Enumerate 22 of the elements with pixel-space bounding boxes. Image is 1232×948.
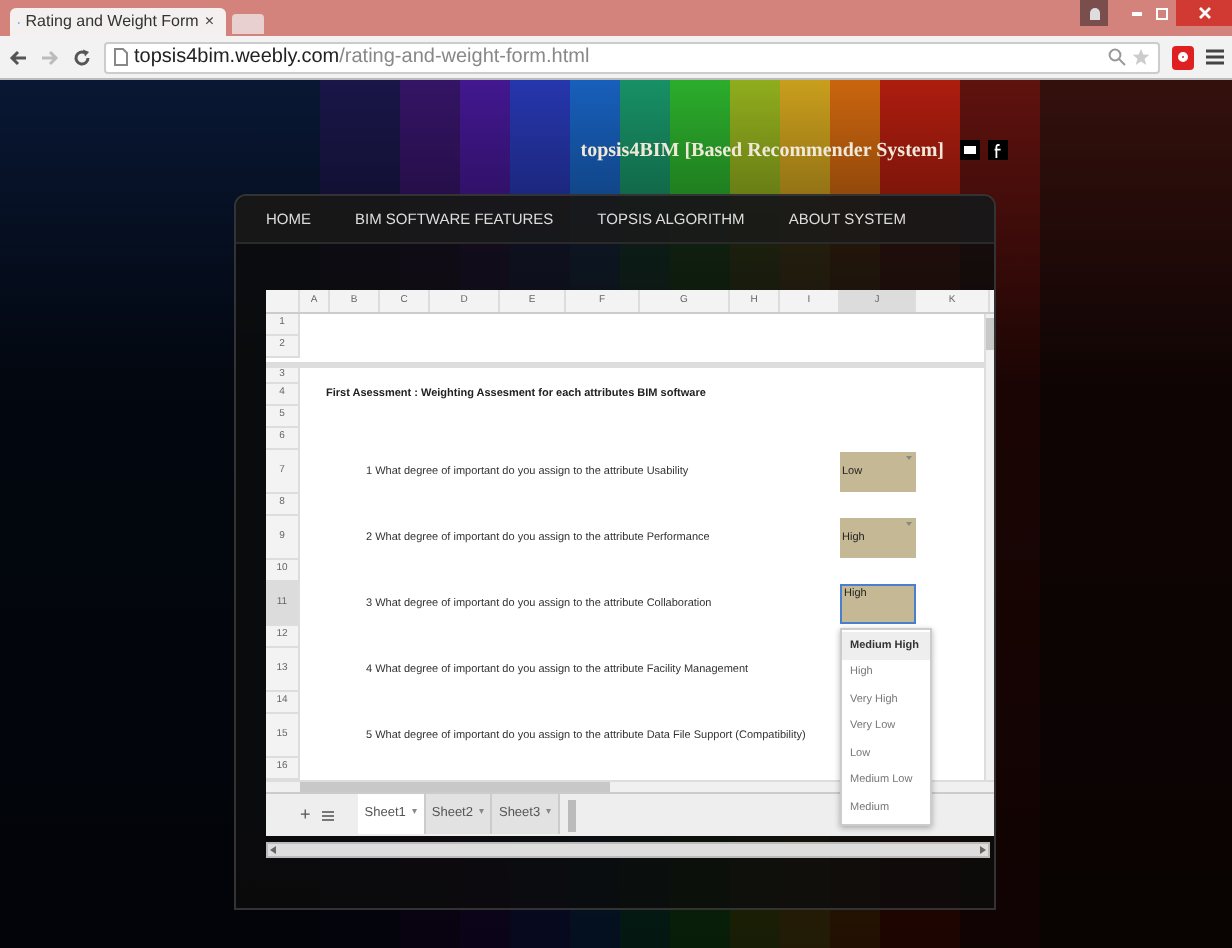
page-scrollbar[interactable] bbox=[266, 842, 990, 858]
address-bar[interactable]: topsis4bim.weebly.com/rating-and-weight-form.html bbox=[104, 41, 1160, 73]
star-icon[interactable] bbox=[1132, 48, 1150, 66]
extension-icon[interactable] bbox=[1172, 45, 1194, 69]
site-title: topsis4BIM [Based Recommender System] bbox=[580, 137, 944, 165]
tab-close-button[interactable]: × bbox=[204, 10, 218, 34]
facebook-icon[interactable] bbox=[988, 140, 1008, 160]
add-sheet-button[interactable]: + bbox=[300, 801, 311, 829]
vertical-scrollbar[interactable] bbox=[984, 314, 994, 780]
mail-icon[interactable] bbox=[960, 140, 980, 160]
caret-icon bbox=[906, 456, 912, 460]
browser-tab[interactable]: Rating and Weight Form × bbox=[10, 8, 226, 36]
reload-icon[interactable] bbox=[72, 47, 92, 67]
caret-icon bbox=[906, 522, 912, 526]
user-icon[interactable] bbox=[1080, 0, 1108, 26]
zoom-icon[interactable] bbox=[1108, 48, 1126, 66]
close-icon bbox=[1197, 6, 1211, 20]
back-icon[interactable] bbox=[8, 47, 28, 67]
close-button[interactable] bbox=[1176, 0, 1232, 26]
menu-icon[interactable] bbox=[1206, 48, 1224, 66]
list-icon[interactable] bbox=[322, 809, 335, 821]
page-icon bbox=[114, 48, 128, 66]
